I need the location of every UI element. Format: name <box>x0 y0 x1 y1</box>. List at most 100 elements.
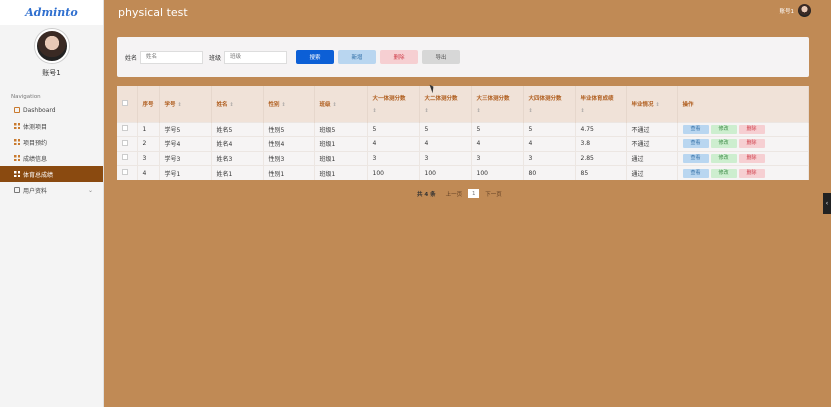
prev-page-link[interactable]: 上一页 <box>446 190 463 198</box>
table-cell: 2 <box>137 136 160 151</box>
table-cell: 学号1 <box>159 165 212 180</box>
grid-icon <box>14 155 20 161</box>
table-cell: 3 <box>471 150 524 166</box>
table-header-row: 序号 学号 ⇕ 姓名 ⇕ 性别 ⇕ 班级 ⇕ 大一体测分数 ⇕ 大二体测分数 ⇕ 大三体测分… <box>117 86 809 122</box>
table-cell: 5 <box>367 121 420 137</box>
sidebar-item-scores[interactable]: 成绩信息 <box>0 150 103 166</box>
sidebar-item-total-scores[interactable]: 体育总成绩 <box>0 166 103 182</box>
sort-icon: ⇕ <box>372 107 377 114</box>
sidebar-item-label: 体测项目 <box>23 123 48 131</box>
view-button[interactable]: 查看 <box>682 168 709 178</box>
table-cell: 班级1 <box>314 150 368 166</box>
column-header[interactable]: 性别 ⇕ <box>263 86 315 122</box>
table-cell: 4 <box>419 136 472 151</box>
column-header[interactable]: 大二体测分数 ⇕ <box>419 86 472 122</box>
sidebar-item-label: 用户资料 <box>23 187 48 195</box>
add-button[interactable]: 新增 <box>338 50 377 64</box>
column-header[interactable]: 毕业情况 ⇕ <box>626 86 678 122</box>
brand-logo[interactable]: Adminto <box>0 0 103 25</box>
search-button[interactable]: 搜索 <box>296 50 335 64</box>
column-header: 操作 <box>677 86 809 122</box>
table-cell: 3.8 <box>575 136 627 151</box>
column-header[interactable]: 大四体测分数 ⇕ <box>523 86 576 122</box>
column-header[interactable]: 班级 ⇕ <box>314 86 368 122</box>
table-cell: 85 <box>575 165 627 180</box>
table-cell: 100 <box>367 165 420 180</box>
sort-icon: ⇕ <box>528 107 533 114</box>
column-header[interactable]: 大三体测分数 ⇕ <box>471 86 524 122</box>
table-row[interactable]: 1 学号5 姓名5 性别5 班级5 5 5 5 5 4.75 不通过 查看 修改删… <box>117 121 809 137</box>
nav-section-title: Navigation <box>11 94 41 100</box>
table-cell: 姓名3 <box>211 150 264 166</box>
column-header[interactable]: 大一体测分数 ⇕ <box>367 86 420 122</box>
pagination-total: 共 4 条 <box>417 191 436 198</box>
table-cell: 姓名1 <box>211 165 264 180</box>
edit-button[interactable]: 修改 <box>710 168 737 178</box>
column-header[interactable]: 学号 ⇕ <box>159 86 212 122</box>
sort-icon: ⇕ <box>332 101 337 108</box>
table-cell: 不通过 <box>626 121 678 137</box>
table-cell: 班级5 <box>314 121 368 137</box>
sidebar-item-label: 成绩信息 <box>23 155 48 163</box>
name-search-input[interactable] <box>140 50 204 64</box>
row-checkbox[interactable] <box>117 165 138 180</box>
next-page-link[interactable]: 下一页 <box>485 190 502 198</box>
sort-icon: ⇕ <box>424 107 429 114</box>
chevron-down-icon: ⌄ <box>87 187 93 194</box>
sidebar-item-user-profile[interactable]: 用户资料 ⌄ <box>0 182 103 198</box>
delete-row-button[interactable]: 删除 <box>738 139 765 149</box>
table-cell: 性别3 <box>263 150 315 166</box>
table-cell: 1 <box>137 121 160 137</box>
avatar[interactable] <box>34 29 69 63</box>
edit-button[interactable]: 修改 <box>710 124 737 134</box>
user-menu[interactable]: 账号1 <box>779 4 811 17</box>
grid-icon <box>14 139 20 145</box>
sidebar-item-dashboard[interactable]: Dashboard <box>0 102 103 118</box>
delete-row-button[interactable]: 删除 <box>738 168 765 178</box>
table-row[interactable]: 2 学号4 姓名4 性别4 班级1 4 4 4 4 3.8 不通过 查看 修改 删除 <box>117 136 809 151</box>
table-cell: 5 <box>471 121 524 137</box>
edit-button[interactable]: 修改 <box>710 153 737 163</box>
table-cell: 3 <box>367 150 420 166</box>
view-button[interactable]: 查看 <box>682 124 709 134</box>
view-button[interactable]: 查看 <box>682 139 709 149</box>
collapse-handle[interactable]: ‹ <box>823 193 831 214</box>
delete-button[interactable]: 删除 <box>380 50 419 64</box>
edit-button[interactable]: 修改 <box>710 139 737 149</box>
delete-row-button[interactable]: 删除 <box>738 153 765 163</box>
current-page[interactable]: 1 <box>468 189 480 198</box>
export-button[interactable]: 导出 <box>422 50 461 64</box>
grid-icon <box>14 123 20 129</box>
column-header[interactable]: 毕业体育成绩 ⇕ <box>575 86 627 122</box>
table-cell: 4 <box>137 165 160 180</box>
chevron-left-icon: ‹ <box>825 200 829 207</box>
search-panel: 姓名 班级 搜索 新增 删除 导出 <box>117 37 809 77</box>
column-header: 序号 <box>137 86 160 122</box>
row-actions: 查看 修改 删除 <box>677 121 809 137</box>
table-cell: 姓名5 <box>211 121 264 137</box>
table-row[interactable]: 4 学号1 姓名1 性别1 班级1 100 100 100 80 85 通过 查… <box>117 165 809 180</box>
table-cell: 学号3 <box>159 150 212 166</box>
class-label: 班级 <box>209 54 222 62</box>
row-checkbox[interactable] <box>117 150 138 166</box>
column-header[interactable]: 姓名 ⇕ <box>211 86 264 122</box>
table-cell: 2.85 <box>575 150 627 166</box>
row-checkbox[interactable] <box>117 136 138 151</box>
scores-table-panel: 序号 学号 ⇕ 姓名 ⇕ 性别 ⇕ 班级 ⇕ 大一体测分数 ⇕ 大二体测分数 ⇕ 大三体测分… <box>117 86 809 180</box>
home-icon <box>14 107 20 113</box>
table-cell: 性别1 <box>263 165 315 180</box>
row-actions: 查看 修改 删除 <box>677 150 809 166</box>
sidebar-item-booking[interactable]: 项目预约 <box>0 134 103 150</box>
table-cell: 班级1 <box>314 165 368 180</box>
user-name: 账号1 <box>779 8 795 15</box>
class-search-input[interactable] <box>224 50 288 64</box>
sidebar-item-test-items[interactable]: 体测项目 <box>0 118 103 134</box>
table-cell: 通过 <box>626 165 678 180</box>
table-cell: 3 <box>137 150 160 166</box>
select-all-checkbox[interactable] <box>117 86 138 122</box>
view-button[interactable]: 查看 <box>682 153 709 163</box>
delete-row-button[interactable]: 删除 <box>738 124 765 134</box>
table-row[interactable]: 3 学号3 姓名3 性别3 班级1 3 3 3 3 2.85 通过 查看 修改 删除 <box>117 150 809 166</box>
avatar[interactable] <box>798 4 811 17</box>
row-checkbox[interactable] <box>117 121 138 137</box>
